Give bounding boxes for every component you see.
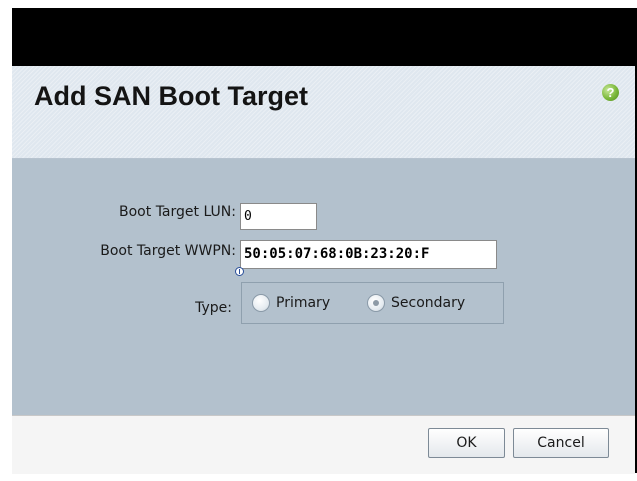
boot-target-wwpn-label: Boot Target WWPN: (100, 243, 236, 259)
ok-button[interactable]: OK (428, 428, 505, 458)
text-cursor-icon (235, 267, 244, 276)
dialog-footer: OK Cancel (12, 415, 635, 474)
radio-button-secondary[interactable] (367, 294, 385, 312)
dialog-body: Boot Target LUN: 0 Boot Target WWPN: 50:… (12, 159, 635, 415)
boot-target-wwpn-input[interactable]: 50:05:07:68:0B:23:20:F (240, 240, 497, 269)
boot-target-lun-label: Boot Target LUN: (119, 204, 236, 220)
radio-button-primary[interactable] (252, 294, 270, 312)
dialog-header: Add SAN Boot Target ? (12, 66, 635, 159)
dialog-title: Add SAN Boot Target (34, 81, 308, 111)
add-san-boot-target-dialog: Add SAN Boot Target ? Boot Target LUN: 0… (12, 66, 635, 474)
type-radio-primary-label: Primary (276, 295, 331, 311)
cancel-button[interactable]: Cancel (513, 428, 609, 458)
type-radio-secondary-label: Secondary (391, 295, 466, 311)
type-label: Type: (195, 300, 232, 316)
type-radio-group: Primary Secondary (241, 282, 504, 324)
type-radio-primary[interactable]: Primary (252, 292, 330, 314)
help-icon[interactable]: ? (602, 84, 619, 101)
type-radio-secondary[interactable]: Secondary (367, 292, 465, 314)
boot-target-lun-input[interactable]: 0 (240, 203, 317, 230)
